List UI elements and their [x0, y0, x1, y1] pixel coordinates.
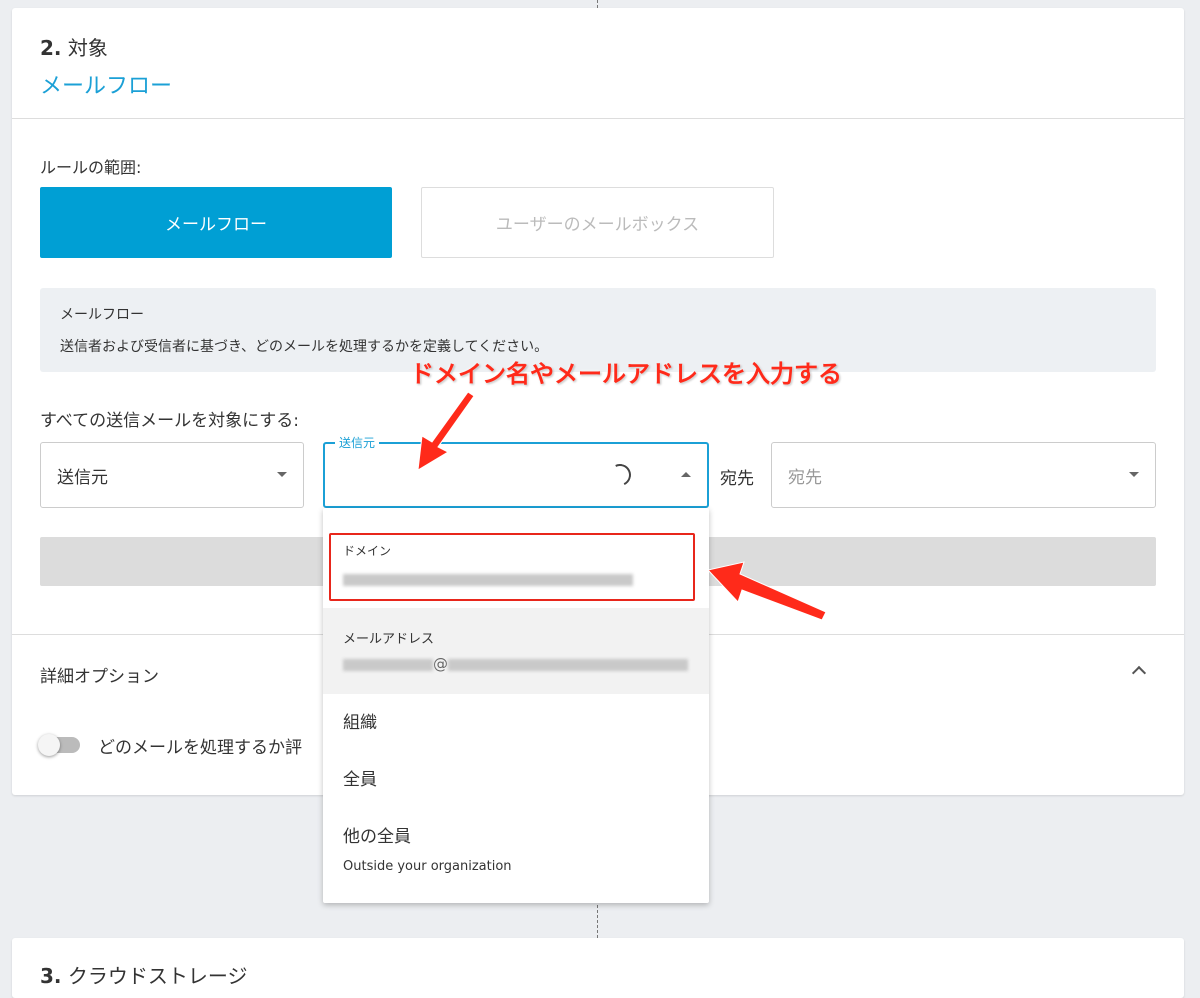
section-cloud-storage-card: 3. クラウドストレージ: [12, 938, 1184, 998]
annotation-arrows: [417, 391, 827, 621]
arrow-icon: [417, 391, 827, 621]
